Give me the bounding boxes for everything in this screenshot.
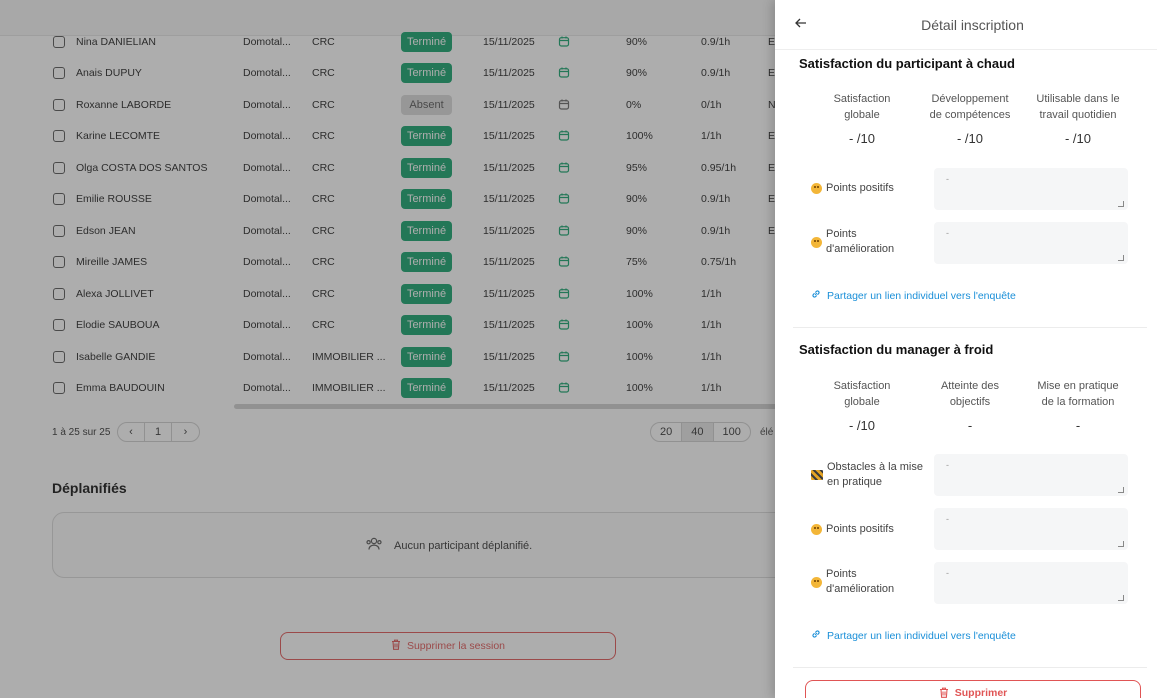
hot-metric-value-skills: - /10: [956, 131, 983, 146]
section-divider: [793, 667, 1147, 668]
drawer-header: Détail inscription: [775, 0, 1157, 50]
cold-metric-value-objectives: -: [967, 418, 973, 433]
modal-backdrop[interactable]: [0, 0, 775, 698]
resize-grip-icon[interactable]: [1118, 201, 1124, 207]
hot-metric-label-usable: Utilisable dans le travail quotidien: [1036, 93, 1120, 121]
resize-grip-icon[interactable]: [1118, 487, 1124, 493]
inscription-detail-drawer: Détail inscription Satisfaction du parti…: [775, 0, 1157, 698]
hot-positive-textarea[interactable]: -: [934, 168, 1128, 210]
star-struck-emoji-icon: [811, 183, 822, 194]
hot-metric-value-usable: - /10: [1064, 131, 1091, 146]
cold-obstacles-textarea[interactable]: -: [934, 454, 1128, 496]
section-divider: [793, 327, 1147, 328]
link-icon: [811, 629, 821, 642]
cold-metric-value-practice: -: [1075, 418, 1081, 433]
drawer-title: Détail inscription: [921, 17, 1024, 33]
hot-improve-label: Points d'amélioration: [811, 227, 894, 257]
link-icon: [811, 289, 821, 302]
cold-satisfaction-title: Satisfaction du manager à froid: [799, 342, 994, 357]
trash-icon: [939, 687, 949, 698]
cold-metric-label-global: Satisfaction globale: [833, 380, 891, 408]
resize-grip-icon[interactable]: [1118, 255, 1124, 261]
cold-share-survey-link[interactable]: Partager un lien individuel vers l'enquê…: [811, 629, 1016, 642]
cold-improve-textarea[interactable]: -: [934, 562, 1128, 604]
resize-grip-icon[interactable]: [1118, 541, 1124, 547]
cold-positive-textarea[interactable]: -: [934, 508, 1128, 550]
cold-metric-label-objectives: Atteinte des objectifs: [940, 380, 1000, 408]
cold-improve-label: Points d'amélioration: [811, 567, 894, 597]
neutral-face-emoji-icon: [811, 576, 822, 588]
star-struck-emoji-icon: [811, 524, 822, 535]
resize-grip-icon[interactable]: [1118, 595, 1124, 601]
neutral-face-emoji-icon: [811, 236, 822, 248]
hot-satisfaction-title: Satisfaction du participant à chaud: [799, 56, 1015, 71]
hot-positive-label: Points positifs: [811, 181, 894, 196]
cold-obstacles-label: Obstacles à la mise en pratique: [811, 460, 923, 490]
construction-barrier-icon: [811, 470, 823, 480]
hot-improve-textarea[interactable]: -: [934, 222, 1128, 264]
hot-metric-label-global: Satisfaction globale: [833, 93, 891, 121]
delete-inscription-button[interactable]: Supprimer: [805, 680, 1141, 698]
hot-metric-label-skills: Développement de compétences: [929, 93, 1011, 121]
cold-positive-label: Points positifs: [811, 522, 894, 537]
cold-metric-label-practice: Mise en pratique de la formation: [1037, 380, 1119, 408]
hot-share-survey-link[interactable]: Partager un lien individuel vers l'enquê…: [811, 289, 1016, 302]
cold-metric-value-global: - /10: [848, 418, 875, 433]
hot-metric-value-global: - /10: [848, 131, 875, 146]
